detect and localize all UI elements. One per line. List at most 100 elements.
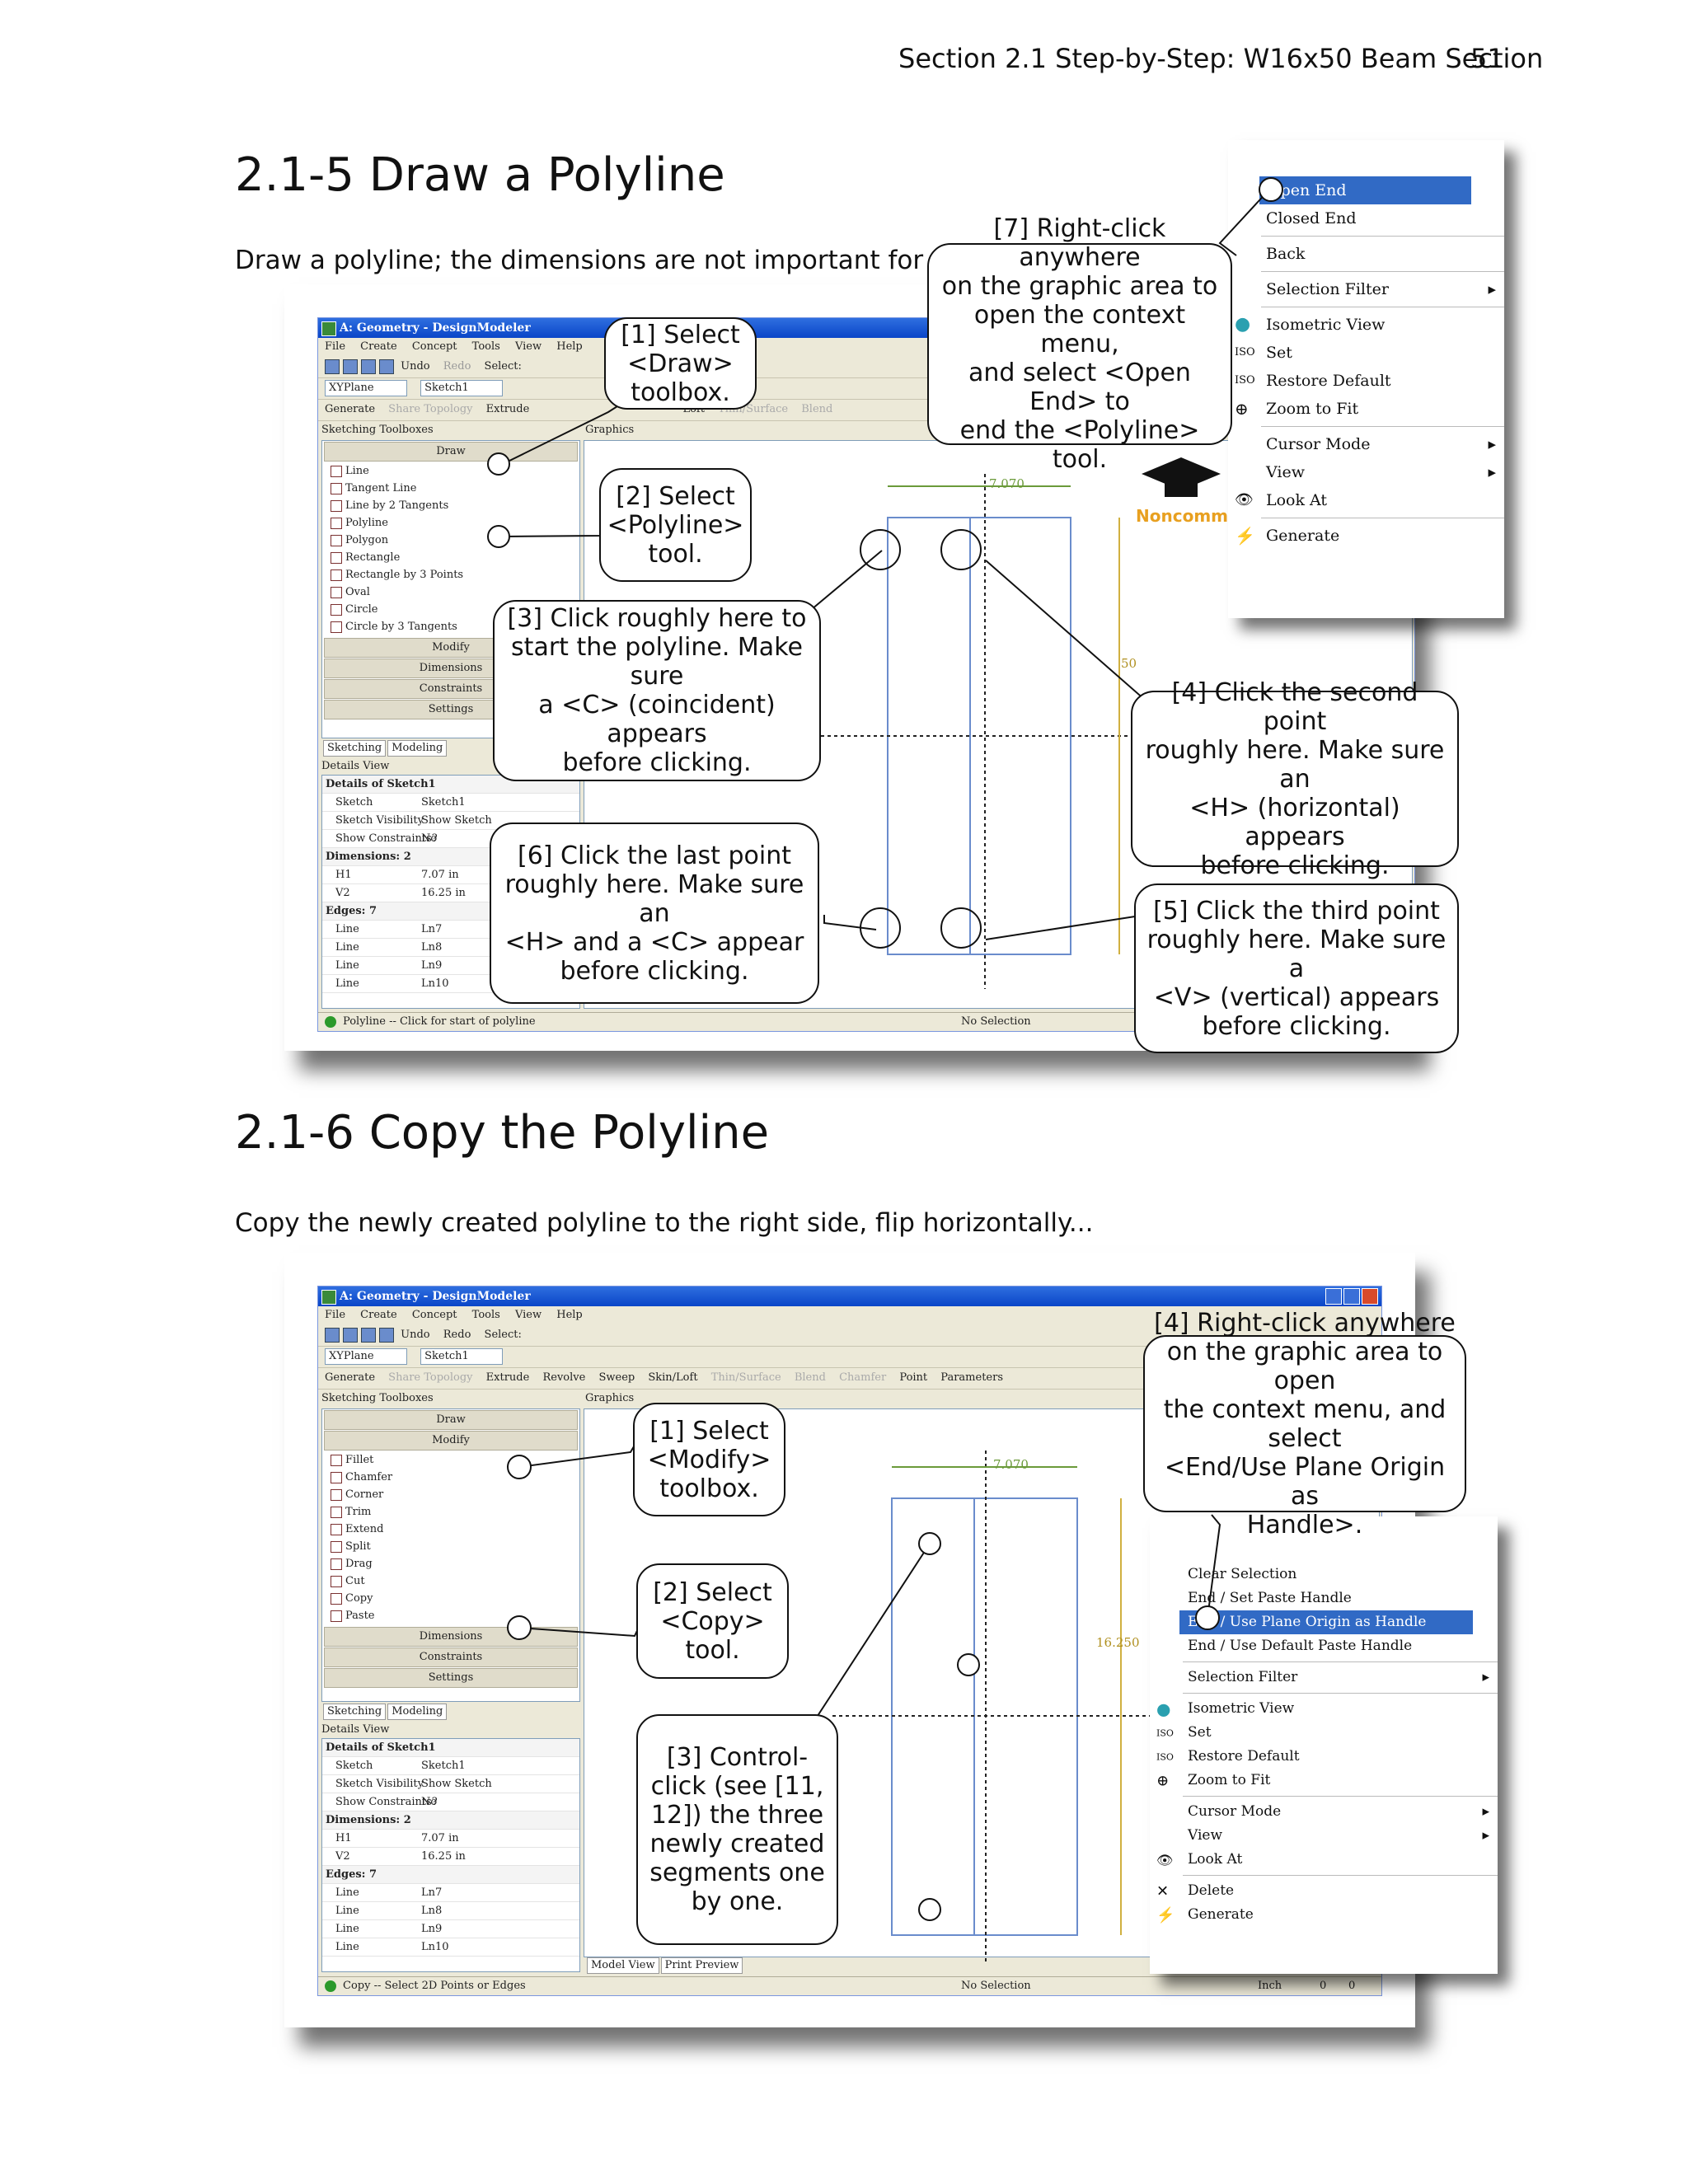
details-row[interactable]: V2 16.25 in xyxy=(322,1848,579,1866)
undo-button[interactable]: Undo xyxy=(401,1329,429,1341)
details-row[interactable]: Sketch Sketch1 xyxy=(322,794,579,812)
tool-copy[interactable]: Copy xyxy=(322,1590,579,1607)
save-icon[interactable] xyxy=(343,1327,358,1343)
tool-chamfer[interactable]: Chamfer xyxy=(322,1469,579,1486)
export-icon[interactable] xyxy=(361,1327,376,1343)
menu-tools[interactable]: Tools xyxy=(472,340,500,353)
menu-end-use-default-paste-handle[interactable]: End / Use Default Paste Handle xyxy=(1150,1634,1498,1658)
tool-cut[interactable]: Cut xyxy=(322,1572,579,1590)
redo-button[interactable]: Redo xyxy=(443,1329,471,1341)
details-row[interactable]: Sketch Sketch1 xyxy=(322,1757,579,1775)
menu-selection-filter[interactable]: Selection Filter ▸ xyxy=(1228,275,1504,303)
generate-button[interactable]: Generate xyxy=(325,1371,375,1384)
thin-surface-button[interactable]: Thin/Surface xyxy=(711,1371,781,1384)
menu-look-at[interactable]: 👁 Look At xyxy=(1150,1848,1498,1872)
tool-rectangle[interactable]: Rectangle xyxy=(322,549,579,566)
constraints-toolbox-header[interactable]: Constraints xyxy=(324,1647,578,1667)
menu-delete[interactable]: ✕ Delete xyxy=(1150,1879,1498,1903)
share-topology-button[interactable]: Share Topology xyxy=(388,403,472,415)
tab-print-preview[interactable]: Print Preview xyxy=(660,1957,743,1974)
sweep-button[interactable]: Sweep xyxy=(598,1371,635,1384)
details-group-row[interactable]: Edges: 7 xyxy=(322,1866,579,1884)
menu-concept[interactable]: Concept xyxy=(412,340,457,353)
menu-concept[interactable]: Concept xyxy=(412,1309,457,1321)
modify-toolbox-header[interactable]: Modify xyxy=(324,1431,578,1451)
redo-button[interactable]: Redo xyxy=(443,360,471,373)
menu-create[interactable]: Create xyxy=(360,340,397,353)
tool-paste[interactable]: Paste xyxy=(322,1607,579,1624)
menu-back[interactable]: Back xyxy=(1228,240,1504,268)
details-row[interactable]: Sketch Visibility Show Sketch xyxy=(322,1775,579,1793)
menu-restore-default[interactable]: ISO Restore Default xyxy=(1228,367,1504,395)
tab-modeling[interactable]: Modeling xyxy=(387,1704,448,1720)
export-icon[interactable] xyxy=(361,359,376,374)
details-row[interactable]: Line Ln7 xyxy=(322,1884,579,1902)
menu-end-use-plane-origin[interactable]: End / Use Plane Origin as Handle xyxy=(1179,1610,1473,1634)
tool-rectangle-3-points[interactable]: Rectangle by 3 Points xyxy=(322,566,579,583)
dimensions-toolbox-header[interactable]: Dimensions xyxy=(324,1627,578,1647)
details-row[interactable]: Line Ln10 xyxy=(322,1938,579,1957)
tool-trim[interactable]: Trim xyxy=(322,1503,579,1521)
tool-polygon[interactable]: Polygon xyxy=(322,532,579,549)
details-row[interactable]: Line Ln8 xyxy=(322,1902,579,1920)
point-button[interactable]: Point xyxy=(899,1371,927,1384)
close-icon[interactable] xyxy=(1362,1288,1378,1305)
tab-sketching[interactable]: Sketching xyxy=(323,740,387,757)
undo-button[interactable]: Undo xyxy=(401,360,429,373)
sketch-select[interactable]: Sketch1 xyxy=(420,1347,504,1365)
menu-set[interactable]: ISO Set xyxy=(1228,339,1504,367)
tool-line-by-2-tangents[interactable]: Line by 2 Tangents xyxy=(322,497,579,514)
details-row[interactable]: Line Ln9 xyxy=(322,1920,579,1938)
revolve-button[interactable]: Revolve xyxy=(542,1371,585,1384)
details-group-row[interactable]: Details of Sketch1 xyxy=(322,1739,579,1757)
menu-generate[interactable]: ⚡ Generate xyxy=(1228,522,1504,550)
parameters-button[interactable]: Parameters xyxy=(940,1371,1003,1384)
menu-view[interactable]: View xyxy=(515,1309,542,1321)
tab-sketching[interactable]: Sketching xyxy=(323,1704,387,1720)
menu-view[interactable]: View ▸ xyxy=(1228,458,1504,486)
menu-help[interactable]: Help xyxy=(556,1309,583,1321)
minimize-icon[interactable] xyxy=(1325,1288,1342,1305)
menu-selection-filter[interactable]: Selection Filter ▸ xyxy=(1150,1666,1498,1690)
menu-cursor-mode[interactable]: Cursor Mode ▸ xyxy=(1228,430,1504,458)
menu-file[interactable]: File xyxy=(325,1309,345,1321)
tool-polyline[interactable]: Polyline xyxy=(322,514,579,532)
blend-button[interactable]: Blend xyxy=(795,1371,826,1384)
skin-loft-button[interactable]: Skin/Loft xyxy=(648,1371,697,1384)
save-icon[interactable] xyxy=(343,359,358,374)
tool-fillet[interactable]: Fillet xyxy=(322,1451,579,1469)
menu-isometric-view[interactable]: ● Isometric View xyxy=(1228,311,1504,339)
tool-tangent-line[interactable]: Tangent Line xyxy=(322,480,579,497)
new-icon[interactable] xyxy=(325,1327,340,1343)
maximize-icon[interactable] xyxy=(1343,1288,1360,1305)
share-topology-button[interactable]: Share Topology xyxy=(388,1371,472,1384)
menu-help[interactable]: Help xyxy=(556,340,583,353)
plane-select[interactable]: XYPlane xyxy=(325,379,407,396)
menu-create[interactable]: Create xyxy=(360,1309,397,1321)
details-row[interactable]: H1 7.07 in xyxy=(322,1830,579,1848)
menu-restore-default[interactable]: ISO Restore Default xyxy=(1150,1745,1498,1769)
menu-set[interactable]: ISO Set xyxy=(1150,1721,1498,1745)
menu-file[interactable]: File xyxy=(325,340,345,353)
tool-line[interactable]: Line xyxy=(322,462,579,480)
menu-view[interactable]: View xyxy=(515,340,542,353)
menu-closed-end[interactable]: Closed End xyxy=(1228,204,1504,232)
sketch-select[interactable]: Sketch1 xyxy=(420,379,504,396)
menu-cursor-mode[interactable]: Cursor Mode ▸ xyxy=(1150,1800,1498,1824)
menu-clear-selection[interactable]: Clear Selection xyxy=(1150,1563,1498,1586)
tool-split[interactable]: Split xyxy=(322,1538,579,1555)
menu-end-set-paste-handle[interactable]: End / Set Paste Handle xyxy=(1150,1586,1498,1610)
tool-drag[interactable]: Drag xyxy=(322,1555,579,1572)
extrude-button[interactable]: Extrude xyxy=(486,403,530,415)
menu-open-end[interactable]: Open End xyxy=(1259,176,1471,204)
menu-view[interactable]: View ▸ xyxy=(1150,1824,1498,1848)
menu-generate[interactable]: ⚡ Generate xyxy=(1150,1903,1498,1927)
extrude-button[interactable]: Extrude xyxy=(486,1371,530,1384)
details-row[interactable]: Show Constraints? No xyxy=(322,1793,579,1811)
tab-modeling[interactable]: Modeling xyxy=(387,740,448,757)
menu-tools[interactable]: Tools xyxy=(472,1309,500,1321)
menu-zoom-to-fit[interactable]: ⊕ Zoom to Fit xyxy=(1228,395,1504,423)
draw-toolbox-header[interactable]: Draw xyxy=(324,1410,578,1430)
tool-corner[interactable]: Corner xyxy=(322,1486,579,1503)
draw-toolbox-header[interactable]: Draw xyxy=(324,442,578,462)
